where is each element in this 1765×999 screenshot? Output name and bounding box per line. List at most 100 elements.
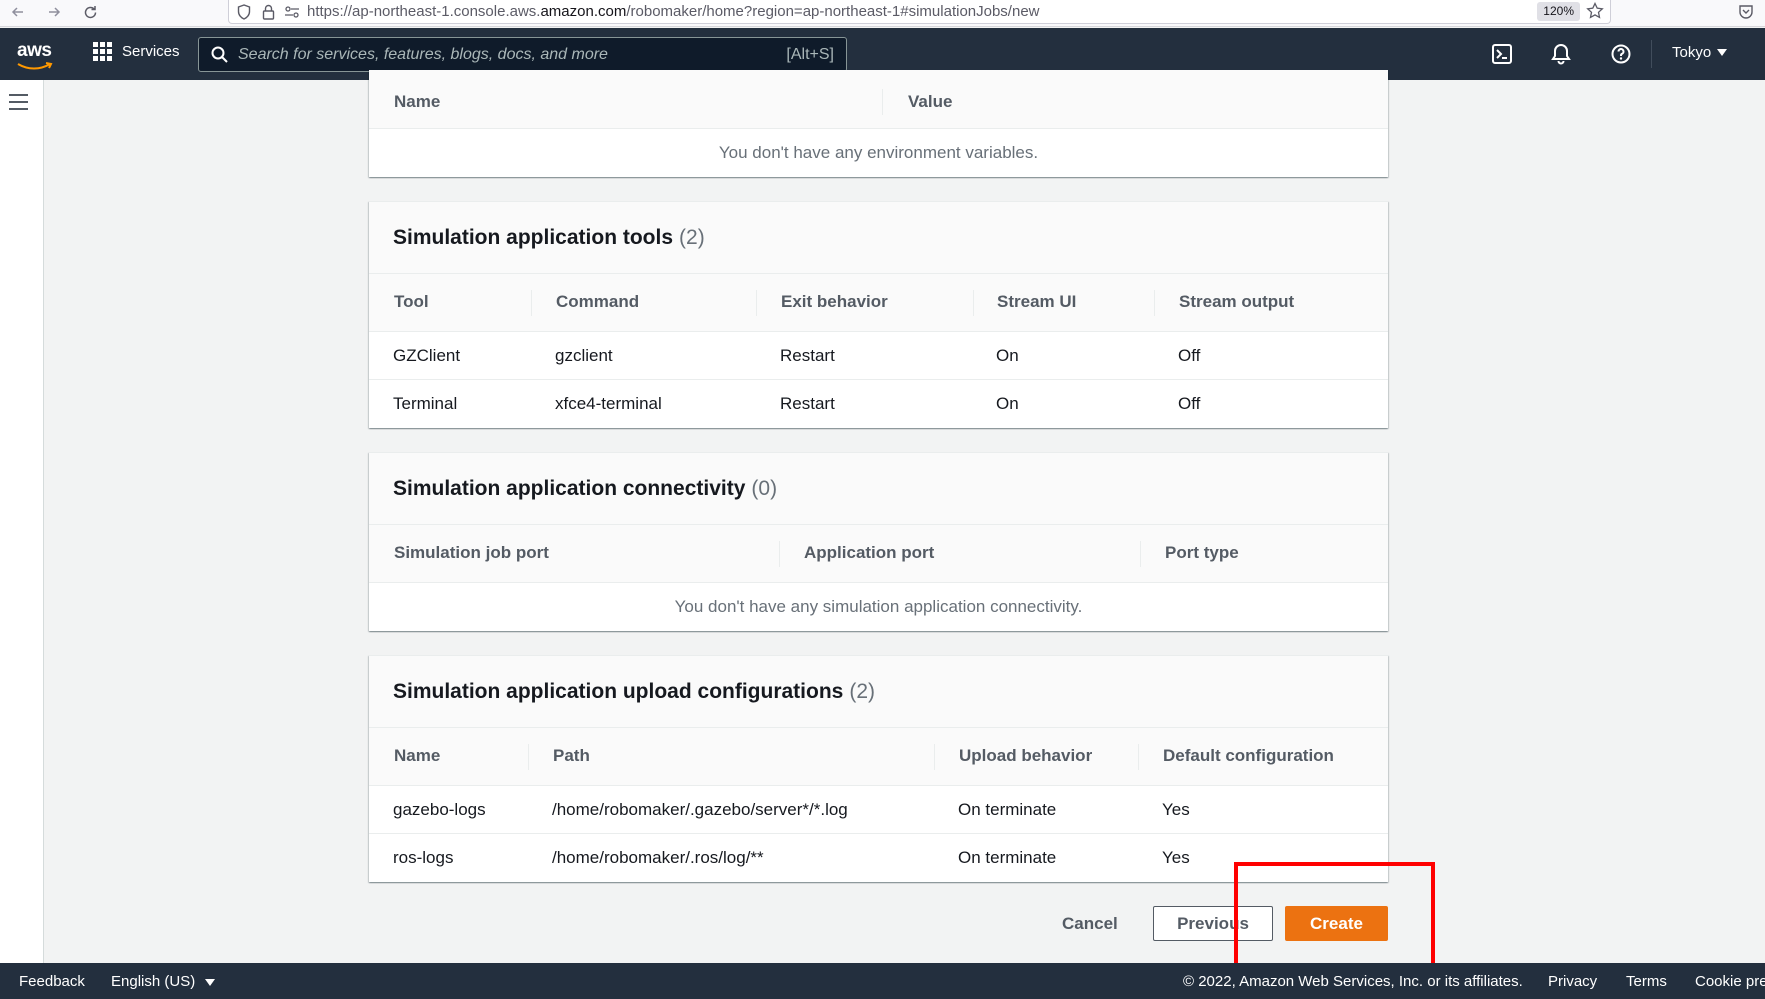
cell-command: gzclient	[555, 346, 613, 365]
table-header: Name Path Upload behavior Default config…	[369, 728, 1388, 786]
aws-logo[interactable]: aws	[17, 40, 53, 70]
permissions-icon[interactable]	[283, 3, 301, 21]
cell-name: gazebo-logs	[393, 800, 486, 819]
column-header-path[interactable]: Path	[553, 746, 590, 766]
empty-state-message: You don't have any simulation applicatio…	[674, 597, 1083, 616]
browser-toolbar: https://ap-northeast-1.console.aws.amazo…	[0, 0, 1765, 27]
services-grid-icon	[93, 42, 112, 61]
column-header-port-type[interactable]: Port type	[1165, 543, 1239, 563]
help-icon[interactable]	[1609, 42, 1633, 66]
column-header-upload-behavior[interactable]: Upload behavior	[959, 746, 1092, 766]
region-selector[interactable]: Tokyo	[1672, 44, 1728, 61]
services-label: Services	[122, 43, 180, 60]
cell-name: ros-logs	[393, 848, 454, 867]
cell-upload-behavior: On terminate	[958, 848, 1057, 867]
zoom-level[interactable]: 120%	[1537, 2, 1580, 21]
language-label: English (US)	[111, 973, 196, 990]
back-icon[interactable]	[5, 0, 31, 24]
cell-tool: Terminal	[393, 394, 458, 413]
region-label: Tokyo	[1672, 44, 1712, 61]
cookie-preferences-link[interactable]: Cookie pre	[1695, 973, 1765, 990]
cell-stream-output: Off	[1178, 346, 1201, 365]
column-header-exit-behavior[interactable]: Exit behavior	[781, 292, 888, 312]
panel-count: (2)	[679, 225, 705, 249]
cell-upload-behavior: On terminate	[958, 800, 1057, 819]
column-divider	[1154, 290, 1155, 316]
cell-stream-ui: On	[996, 394, 1019, 413]
column-header-simulation-job-port[interactable]: Simulation job port	[394, 543, 549, 563]
console-footer: Feedback English (US) © 2022, Amazon Web…	[0, 963, 1765, 999]
cell-stream-output: Off	[1178, 394, 1201, 413]
hamburger-menu-icon[interactable]	[9, 94, 28, 115]
cell-exit-behavior: Restart	[780, 346, 835, 365]
table-row: ros-logs /home/robomaker/.ros/log/** On …	[369, 834, 1388, 882]
shield-icon[interactable]	[235, 3, 253, 21]
column-header-default-configuration[interactable]: Default configuration	[1163, 746, 1334, 766]
simulation-application-connectivity-panel: Simulation application connectivity (0) …	[369, 452, 1388, 631]
feedback-link[interactable]: Feedback	[19, 973, 85, 990]
services-menu-button[interactable]: Services	[93, 42, 180, 61]
column-divider	[756, 290, 757, 316]
bookmark-star-icon[interactable]	[1586, 1, 1604, 24]
search-input[interactable]: Search for services, features, blogs, do…	[198, 37, 847, 72]
column-header-application-port[interactable]: Application port	[804, 543, 934, 563]
address-bar[interactable]: https://ap-northeast-1.console.aws.amazo…	[228, 0, 1611, 24]
table-header: Tool Command Exit behavior Stream UI Str…	[369, 274, 1388, 332]
panel-count: (2)	[849, 679, 876, 703]
cell-stream-ui: On	[996, 346, 1019, 365]
nav-divider	[1651, 40, 1652, 68]
cell-default-configuration: Yes	[1162, 848, 1190, 867]
column-divider	[1138, 744, 1139, 770]
table-header: Simulation job port Application port Por…	[369, 525, 1388, 583]
cloudshell-icon[interactable]	[1490, 42, 1514, 66]
search-icon	[211, 46, 228, 63]
column-divider	[973, 290, 974, 316]
column-header-stream-output[interactable]: Stream output	[1179, 292, 1294, 312]
column-header-stream-ui[interactable]: Stream UI	[997, 292, 1076, 312]
cell-exit-behavior: Restart	[780, 394, 835, 413]
panel-header: Simulation application tools (2)	[369, 202, 1388, 274]
terms-link[interactable]: Terms	[1626, 973, 1667, 990]
panel-header: Simulation application connectivity (0)	[369, 453, 1388, 525]
table-row: gazebo-logs /home/robomaker/.gazebo/serv…	[369, 786, 1388, 834]
column-divider	[528, 744, 529, 770]
copyright-text: © 2022, Amazon Web Services, Inc. or its…	[1183, 973, 1523, 990]
reload-icon[interactable]	[77, 0, 103, 24]
cell-path: /home/robomaker/.gazebo/server*/*.log	[552, 800, 848, 819]
panel-header: Simulation application upload configurat…	[369, 656, 1388, 728]
environment-variables-panel: Name Value You don't have any environmen…	[369, 70, 1388, 177]
privacy-link[interactable]: Privacy	[1548, 973, 1597, 990]
url-text: https://ap-northeast-1.console.aws.amazo…	[307, 3, 1040, 20]
column-divider	[531, 290, 532, 316]
lock-icon[interactable]	[259, 3, 277, 21]
search-shortcut: [Alt+S]	[786, 45, 834, 63]
forward-icon[interactable]	[41, 0, 67, 24]
cell-default-configuration: Yes	[1162, 800, 1190, 819]
previous-button[interactable]: Previous	[1153, 906, 1273, 941]
search-placeholder: Search for services, features, blogs, do…	[238, 45, 608, 63]
column-divider	[934, 744, 935, 770]
column-header-name[interactable]: Name	[394, 92, 440, 112]
table-row: Terminal xfce4-terminal Restart On Off	[369, 380, 1388, 428]
empty-state-message: You don't have any environment variables…	[718, 143, 1039, 162]
panel-count: (0)	[751, 476, 778, 500]
panel-title: Simulation application tools	[393, 225, 674, 249]
language-selector[interactable]: English (US)	[111, 973, 216, 990]
create-button[interactable]: Create	[1285, 906, 1388, 941]
pocket-icon[interactable]	[1733, 0, 1759, 24]
cell-path: /home/robomaker/.ros/log/**	[552, 848, 764, 867]
caret-down-icon	[1717, 49, 1728, 56]
cell-tool: GZClient	[393, 346, 461, 365]
column-header-tool[interactable]: Tool	[394, 292, 429, 312]
column-divider	[779, 541, 780, 567]
caret-down-icon	[205, 979, 216, 986]
column-header-command[interactable]: Command	[556, 292, 639, 312]
column-header-name[interactable]: Name	[394, 746, 440, 766]
simulation-application-upload-configurations-panel: Simulation application upload configurat…	[369, 655, 1388, 882]
column-divider	[882, 89, 883, 115]
notifications-bell-icon[interactable]	[1549, 42, 1573, 66]
table-row: GZClient gzclient Restart On Off	[369, 332, 1388, 380]
panel-title: Simulation application upload configurat…	[393, 679, 844, 703]
cancel-button[interactable]: Cancel	[1048, 906, 1132, 941]
column-header-value[interactable]: Value	[908, 92, 952, 112]
